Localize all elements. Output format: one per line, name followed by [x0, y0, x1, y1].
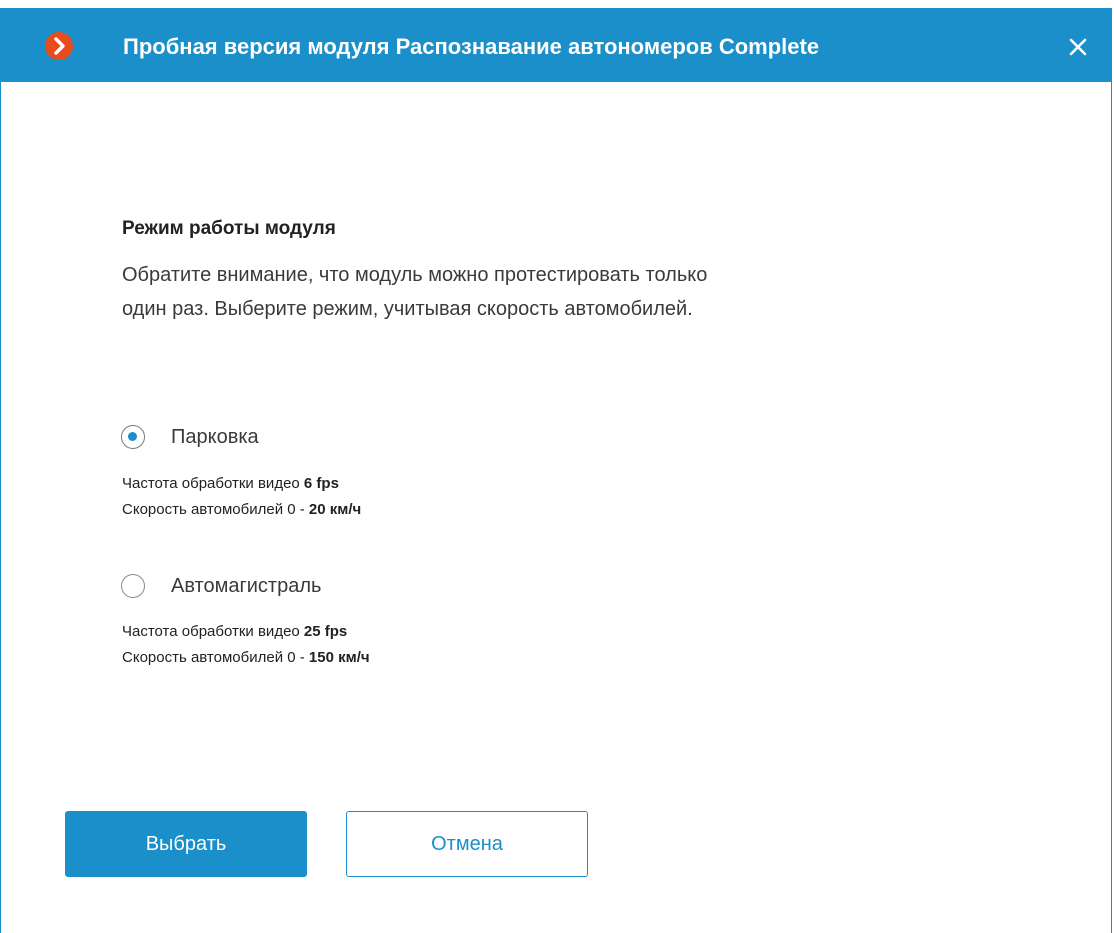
radio-selected-dot [128, 432, 137, 441]
dialog-titlebar: Пробная версия модуля Распознавание авто… [1, 8, 1111, 82]
trial-dialog: Пробная версия модуля Распознавание авто… [0, 8, 1112, 933]
app-logo-chevron-icon [45, 32, 73, 60]
fps-prefix: Частота обработки видео [122, 475, 304, 492]
radio-label-highway: Автомагистраль [171, 575, 322, 597]
cancel-button[interactable]: Отмена [346, 811, 588, 877]
fps-value: 6 fps [303, 475, 339, 492]
highway-fps-line: Частота обработки видео 25 fps [122, 619, 370, 645]
highway-details: Частота обработки видео 25 fps Скорость … [122, 619, 370, 671]
notice-line-1: Обратите внимание, что модуль можно прот… [122, 264, 708, 286]
speed-value: 20 км/ч [308, 501, 362, 518]
section-title: Режим работы модуля [122, 218, 336, 239]
close-icon [1069, 38, 1087, 56]
speed-prefix: Скорость автомобилей 0 - [122, 501, 309, 518]
radio-label-parking: Парковка [171, 426, 259, 448]
radio-parking[interactable]: Парковка [121, 422, 321, 452]
speed-value: 150 км/ч [308, 649, 370, 666]
parking-speed-line: Скорость автомобилей 0 - 20 км/ч [122, 497, 361, 523]
highway-speed-line: Скорость автомобилей 0 - 150 км/ч [122, 645, 370, 671]
speed-prefix: Скорость автомобилей 0 - [122, 649, 309, 666]
close-button[interactable] [1061, 30, 1095, 64]
notice-line-2: один раз. Выберите режим, учитывая скоро… [122, 298, 693, 320]
notice-text: Обратите внимание, что модуль можно прот… [122, 258, 982, 326]
dialog-title: Пробная версия модуля Распознавание авто… [123, 34, 820, 59]
parking-fps-line: Частота обработки видео 6 fps [122, 471, 361, 497]
radio-button-highway[interactable] [121, 574, 145, 598]
radio-button-parking[interactable] [121, 425, 145, 449]
fps-prefix: Частота обработки видео [122, 623, 304, 640]
radio-highway[interactable]: Автомагистраль [121, 571, 381, 601]
select-button[interactable]: Выбрать [65, 811, 307, 877]
parking-details: Частота обработки видео 6 fps Скорость а… [122, 471, 361, 523]
fps-value: 25 fps [303, 623, 348, 640]
